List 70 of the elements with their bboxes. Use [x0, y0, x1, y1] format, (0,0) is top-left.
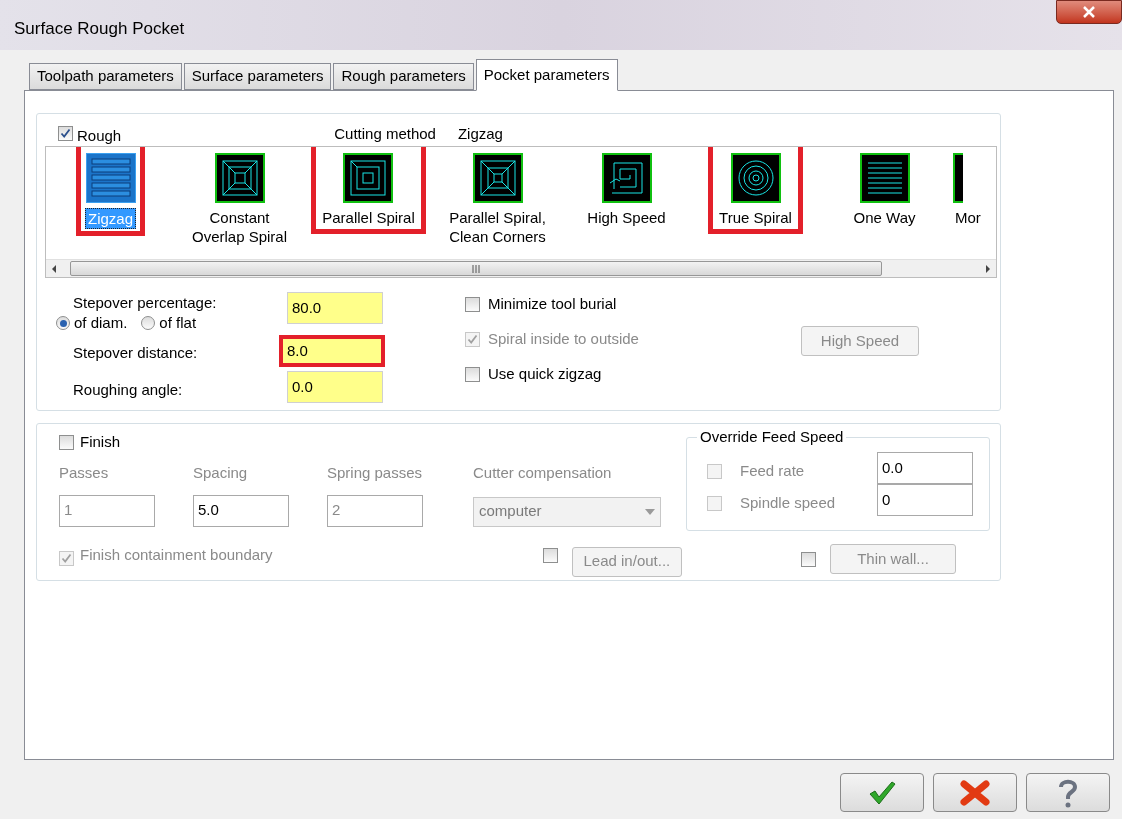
tab[interactable]: Surface parameters — [183, 63, 332, 90]
field-label: Cutter compensation — [473, 463, 613, 483]
tab[interactable]: Pocket parameters — [475, 59, 618, 91]
method-label[interactable]: One Way — [851, 208, 918, 227]
window-title: Surface Rough Pocket — [14, 18, 185, 40]
grip-icon — [471, 264, 481, 273]
input-field[interactable]: 0.0 — [877, 452, 973, 484]
tab[interactable]: Toolpath parameters — [29, 63, 182, 90]
checkbox-label: Spiral inside to outside — [488, 328, 639, 349]
radio-button[interactable] — [141, 316, 156, 330]
toolpath-pattern-icon — [472, 153, 523, 203]
method-label[interactable]: True Spiral — [717, 208, 794, 227]
method-label[interactable]: Parallel Spiral — [320, 208, 417, 227]
radio-button[interactable] — [56, 316, 70, 330]
checkbox[interactable] — [801, 551, 816, 567]
field-label: Cutting method — [334, 123, 436, 144]
toolpath-pattern-icon — [343, 153, 394, 203]
help-icon — [1057, 777, 1079, 808]
checkbox-label: Feed rate — [740, 460, 806, 481]
toolpath-pattern-icon — [953, 153, 963, 203]
method-label[interactable]: Parallel Spiral, Clean Corners — [440, 208, 555, 246]
checkbox[interactable] — [59, 434, 74, 450]
field-value: Zigzag — [457, 123, 503, 144]
checkbox-label: Finish — [80, 431, 120, 452]
close-icon — [960, 779, 990, 806]
radio-label: of flat — [159, 312, 197, 333]
checkbox[interactable] — [59, 551, 74, 566]
field-label: Roughing angle: — [72, 379, 184, 400]
zigzag-pattern-icon — [85, 153, 136, 203]
field-label: Stepover distance: — [72, 342, 199, 363]
checkbox-label: Rough — [77, 125, 122, 146]
radio-label: of diam. — [74, 312, 128, 333]
close-button[interactable] — [1056, 0, 1122, 24]
checkbox[interactable] — [707, 495, 722, 511]
input-field[interactable]: 0.0 — [287, 371, 383, 403]
checkbox-label: Spindle speed — [740, 492, 837, 513]
checkbox[interactable] — [58, 125, 73, 141]
method-label[interactable]: Mor — [953, 208, 983, 227]
toolpath-pattern-icon — [730, 153, 781, 203]
scrollbar-thumb[interactable] — [70, 261, 882, 276]
field-label: Spacing — [193, 463, 249, 483]
field-label: Stepover percentage: — [72, 293, 218, 313]
toolpath-pattern-icon — [214, 153, 265, 203]
checkbox[interactable] — [542, 548, 558, 564]
checkmark-icon — [868, 779, 896, 806]
ok-button[interactable] — [840, 773, 924, 812]
checkbox[interactable] — [707, 463, 722, 479]
help-button[interactable] — [1026, 773, 1110, 812]
input-field[interactable]: 80.0 — [287, 292, 383, 324]
method-label[interactable]: Constant Overlap Spiral — [182, 208, 297, 246]
checkbox-label: Minimize tool burial — [488, 293, 617, 314]
field-label: Passes — [59, 463, 110, 483]
input-field[interactable]: 5.0 — [193, 494, 289, 527]
toolpath-pattern-icon — [601, 153, 652, 203]
dropdown[interactable]: computer — [473, 496, 661, 527]
field-label: Spring passes — [327, 463, 424, 483]
tab[interactable]: Rough parameters — [333, 63, 474, 90]
method-label[interactable]: High Speed — [585, 208, 668, 227]
checkbox-label: Finish containment boundary — [80, 545, 274, 566]
cancel-button[interactable] — [933, 773, 1017, 812]
toolpath-pattern-icon — [859, 153, 910, 203]
close-icon — [1082, 6, 1096, 18]
group-title: Override Feed Speed — [697, 428, 847, 446]
checkbox-label: Use quick zigzag — [488, 363, 602, 384]
checkbox[interactable] — [465, 296, 480, 312]
input-field[interactable]: 8.0 — [279, 335, 385, 367]
horizontal-scrollbar[interactable] — [46, 259, 996, 277]
checkbox[interactable] — [465, 366, 480, 382]
caret-icon — [645, 508, 655, 515]
input-field[interactable]: 0 — [877, 484, 973, 516]
